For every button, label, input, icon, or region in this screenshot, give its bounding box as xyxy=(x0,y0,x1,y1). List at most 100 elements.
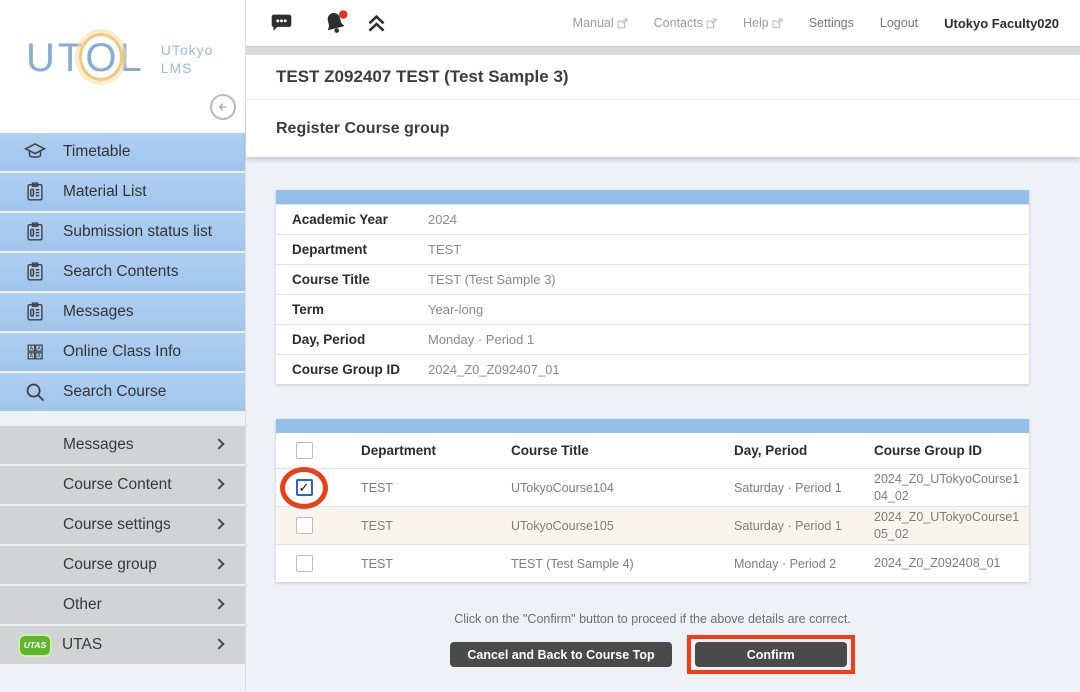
sidebar-item-label: Search Contents xyxy=(63,263,178,281)
panel-header-bar xyxy=(276,419,1029,433)
sidebar-item-course-content[interactable]: Course Content xyxy=(0,466,245,504)
app-window: UTOL UTokyo LMS Timeta xyxy=(0,0,1080,692)
sidebar-item-course-group[interactable]: Course group xyxy=(0,546,245,584)
help-link[interactable]: Help xyxy=(743,16,783,30)
cell-course-group-id: 2024_Z0_UTokyoCourse105_02 xyxy=(845,509,1029,542)
sidebar-item-label: Messages xyxy=(63,303,134,321)
column-header-department: Department xyxy=(332,443,482,458)
sidebar-item-label: Submission status list xyxy=(63,223,212,241)
course-header-title: TEST Z092407 TEST (Test Sample 3) xyxy=(276,67,569,87)
external-link-icon xyxy=(617,18,628,29)
sidebar-item-timetable[interactable]: Timetable xyxy=(0,133,245,171)
bell-notification-icon[interactable] xyxy=(321,9,351,37)
clipboard-icon xyxy=(22,301,48,323)
confirm-button[interactable]: Confirm xyxy=(695,642,847,667)
external-link-icon xyxy=(706,18,717,29)
sidebar-item-material-list[interactable]: Material List xyxy=(0,173,245,211)
detail-row: Department TEST xyxy=(276,234,1029,264)
page-title: Register Course group xyxy=(276,120,449,138)
cancel-button[interactable]: Cancel and Back to Course Top xyxy=(450,642,671,667)
logo-ring-o: O xyxy=(85,38,119,78)
page-title-bar: Register Course group xyxy=(246,100,1080,157)
notification-badge xyxy=(339,10,348,19)
chevron-right-icon xyxy=(213,638,224,649)
double-chevron-up-icon[interactable] xyxy=(363,10,390,36)
sidebar-item-course-settings[interactable]: Course settings xyxy=(0,506,245,544)
header-gap-strip xyxy=(246,47,1080,55)
detail-label: Course Title xyxy=(276,272,428,287)
cell-course-title: TEST (Test Sample 4) xyxy=(482,557,705,571)
sidebar-item-messages[interactable]: Messages xyxy=(0,293,245,331)
annotation-red-box: Confirm xyxy=(687,635,855,674)
svg-text:A: A xyxy=(30,354,34,360)
logout-link[interactable]: Logout xyxy=(880,16,918,30)
sidebar-item-other[interactable]: Other xyxy=(0,586,245,624)
sidebar: UTOL UTokyo LMS Timeta xyxy=(0,0,245,692)
contacts-link-label: Contacts xyxy=(654,16,703,30)
cell-day-period: Saturday · Period 1 xyxy=(705,519,845,533)
utas-logo-icon: UTAS xyxy=(20,636,50,655)
row-checkbox[interactable] xyxy=(296,555,313,572)
sidebar-item-search-contents[interactable]: Search Contents xyxy=(0,253,245,291)
panel-header-bar xyxy=(276,190,1029,204)
manual-link-label: Manual xyxy=(573,16,614,30)
chat-bubble-icon[interactable] xyxy=(268,11,295,35)
sidebar-item-label: Other xyxy=(63,596,102,614)
table-row: ✓ TEST UTokyoCourse104 Saturday · Period… xyxy=(276,468,1029,506)
utol-logo-text: UTOL xyxy=(26,38,145,78)
sidebar-item-online-class-info[interactable]: AAAA Online Class Info xyxy=(0,333,245,371)
settings-link[interactable]: Settings xyxy=(809,16,854,30)
course-group-table: Department Course Title Day, Period Cour… xyxy=(276,419,1029,582)
external-link-icon xyxy=(772,18,783,29)
table-row: TEST UTokyoCourse105 Saturday · Period 1… xyxy=(276,506,1029,544)
top-links: Manual Contacts Help xyxy=(573,16,1059,31)
action-buttons-row: Cancel and Back to Course Top Confirm xyxy=(276,635,1029,674)
user-name: Utokyo Faculty020 xyxy=(944,16,1059,31)
chevron-right-icon xyxy=(213,518,224,529)
sidebar-item-utas[interactable]: UTAS UTAS xyxy=(0,626,245,664)
detail-label: Course Group ID xyxy=(276,362,428,377)
detail-value: 2024_Z0_Z092407_01 xyxy=(428,362,560,377)
sidebar-item-submission-status-list[interactable]: Submission status list xyxy=(0,213,245,251)
utol-logo: UTOL UTokyo LMS xyxy=(26,38,213,78)
row-checkbox[interactable]: ✓ xyxy=(296,479,313,496)
sidebar-collapse-button[interactable] xyxy=(210,94,236,120)
chevron-right-icon xyxy=(213,598,224,609)
sidebar-course-menu: Messages Course Content Course settings … xyxy=(0,426,245,664)
cell-course-title: UTokyoCourse104 xyxy=(482,481,705,495)
confirm-instruction-text: Click on the "Confirm" button to proceed… xyxy=(276,612,1029,626)
detail-label: Day, Period xyxy=(276,332,428,347)
content-area: Academic Year 2024 Department TEST Cours… xyxy=(246,157,1080,692)
arrow-left-icon xyxy=(215,99,231,115)
chevron-right-icon xyxy=(213,438,224,449)
cell-day-period: Saturday · Period 1 xyxy=(705,481,845,495)
cell-department: TEST xyxy=(332,481,482,495)
detail-row: Course Title TEST (Test Sample 3) xyxy=(276,264,1029,294)
course-header-bar: TEST Z092407 TEST (Test Sample 3) xyxy=(246,55,1080,100)
detail-label: Department xyxy=(276,242,428,257)
row-checkbox[interactable] xyxy=(296,517,313,534)
detail-row: Course Group ID 2024_Z0_Z092407_01 xyxy=(276,354,1029,384)
sidebar-item-label: Search Course xyxy=(63,383,166,401)
svg-text:A: A xyxy=(37,346,41,352)
detail-value: TEST xyxy=(428,242,461,257)
manual-link[interactable]: Manual xyxy=(573,16,628,30)
sidebar-item-course-messages[interactable]: Messages xyxy=(0,426,245,464)
detail-value: 2024 xyxy=(428,212,457,227)
column-header-course-group-id: Course Group ID xyxy=(845,442,1029,460)
cell-course-group-id: 2024_Z0_UTokyoCourse104_02 xyxy=(845,471,1029,504)
column-header-course-title: Course Title xyxy=(482,443,705,458)
chevron-right-icon xyxy=(213,478,224,489)
sidebar-item-label: Course group xyxy=(63,556,157,574)
sidebar-item-label: Material List xyxy=(63,183,147,201)
help-link-label: Help xyxy=(743,16,769,30)
graduation-cap-icon xyxy=(22,140,48,164)
column-header-day-period: Day, Period xyxy=(705,443,845,458)
contacts-link[interactable]: Contacts xyxy=(654,16,717,30)
main-column: Manual Contacts Help xyxy=(245,0,1080,692)
clipboard-icon xyxy=(22,221,48,243)
detail-value: Year-long xyxy=(428,302,483,317)
select-all-checkbox[interactable] xyxy=(296,442,313,459)
sidebar-item-label: Timetable xyxy=(63,143,130,161)
sidebar-item-search-course[interactable]: Search Course xyxy=(0,373,245,411)
